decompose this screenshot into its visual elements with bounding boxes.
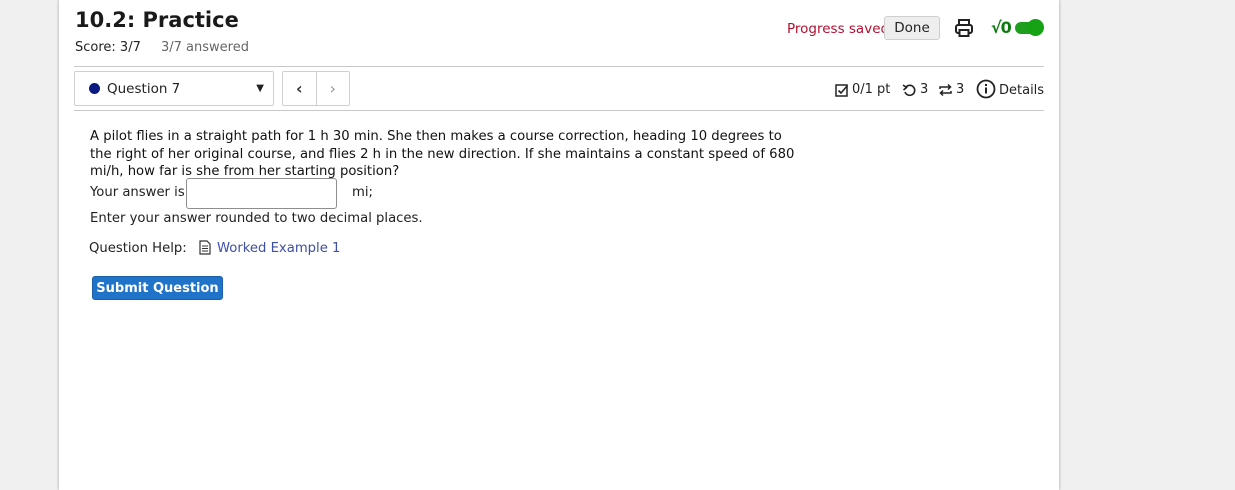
- done-button[interactable]: Done: [884, 16, 940, 40]
- retries-count: 3: [920, 82, 929, 97]
- points-info: 0/1 pt: [835, 82, 890, 97]
- question-nav-group: ‹ ›: [282, 71, 350, 106]
- previous-question-button[interactable]: ‹: [283, 72, 317, 105]
- submit-question-button[interactable]: Submit Question: [92, 276, 223, 300]
- info-icon: [976, 79, 996, 99]
- progress-status: Progress saved: [787, 21, 890, 37]
- print-icon[interactable]: [953, 17, 975, 39]
- details-label: Details: [999, 83, 1045, 98]
- question-text: A pilot flies in a straight path for 1 h…: [90, 129, 795, 179]
- page-title: 10.2: Practice: [75, 8, 239, 32]
- question-help-label: Question Help:: [89, 241, 187, 256]
- document-icon: [199, 240, 211, 255]
- regenerate-icon: [939, 83, 952, 96]
- versions-count: 3: [956, 82, 965, 97]
- retry-icon: [902, 83, 916, 96]
- worked-example-link[interactable]: Worked Example 1: [217, 241, 340, 256]
- checkbox-icon: [835, 83, 849, 97]
- divider: [74, 110, 1044, 111]
- divider: [74, 66, 1044, 67]
- question-select[interactable]: Question 7 ▼: [74, 71, 274, 106]
- answer-label: Your answer is: [90, 185, 185, 200]
- points-text: 0/1 pt: [852, 82, 891, 97]
- details-button[interactable]: Details: [976, 79, 1044, 99]
- assessment-card: 10.2: Practice Score: 3/7 3/7 answered P…: [59, 0, 1059, 490]
- answered-count: 3/7 answered: [161, 40, 249, 55]
- next-question-button[interactable]: ›: [317, 72, 350, 105]
- answer-input[interactable]: [186, 178, 337, 209]
- question-status-dot: [89, 83, 100, 94]
- caret-down-icon: ▼: [256, 83, 264, 94]
- answer-instruction: Enter your answer rounded to two decimal…: [90, 211, 423, 226]
- math-entry-icon: √0: [991, 18, 1012, 37]
- answer-unit: mi;: [352, 185, 373, 200]
- question-select-label: Question 7: [107, 80, 181, 97]
- score-text: Score: 3/7: [75, 40, 141, 55]
- math-entry-toggle[interactable]: [1015, 19, 1044, 36]
- versions-info: 3: [938, 82, 964, 97]
- retries-info: 3: [902, 82, 928, 97]
- toggle-knob: [1027, 19, 1044, 36]
